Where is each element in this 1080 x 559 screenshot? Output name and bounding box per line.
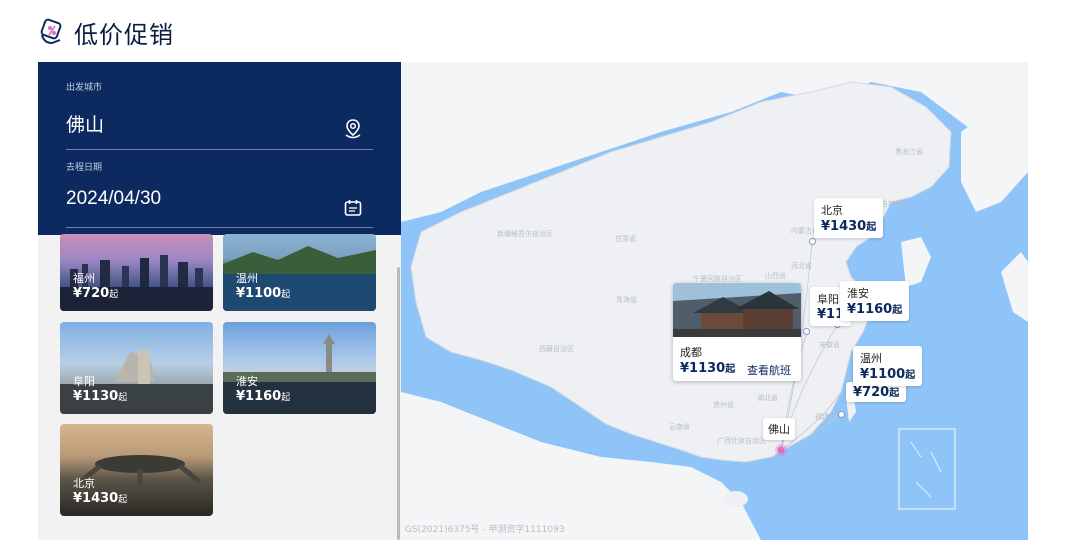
province-label: 河北省 (791, 262, 812, 270)
province-label: 吉林省 (881, 200, 902, 208)
card-price: ¥1100起 (236, 286, 291, 301)
city-pin[interactable] (838, 411, 845, 418)
province-label: 广西壮族自治区 (717, 437, 766, 445)
province-label: 黑龙江省 (895, 148, 923, 156)
card-city: 阜阳 (73, 375, 95, 388)
list-scrollbar[interactable] (397, 267, 400, 540)
origin-label: 佛山 (763, 418, 795, 440)
province-label: 新疆维吾尔自治区 (497, 230, 553, 238)
card-city: 温州 (236, 272, 258, 285)
card-city: 淮安 (236, 375, 258, 388)
bubble-price: ¥1430起 (821, 219, 877, 234)
date-input[interactable]: 2024/04/30 (66, 188, 161, 210)
province-label: 西藏自治区 (539, 345, 574, 353)
departure-label: 出发城市 (66, 83, 103, 93)
departure-divider (66, 149, 373, 150)
route-map[interactable]: 黑龙江省 吉林省 新疆维吾尔自治区 内蒙古自治区 甘肃省 宁夏回族自治区 山西省… (401, 62, 1028, 540)
map-copyright: GS(2021)6375号 - 甲测资字1111093 (405, 525, 565, 535)
departure-input[interactable]: 佛山 (66, 110, 104, 137)
popup-price: ¥1130起 (680, 361, 736, 376)
calendar-icon[interactable] (343, 198, 363, 218)
date-label: 去程日期 (66, 163, 103, 173)
destination-card[interactable]: 北京 ¥1430起 (60, 424, 213, 516)
destination-popup[interactable]: 成都 ¥1130起 查看航班 (673, 283, 801, 381)
bubble-price: ¥1100起 (860, 367, 916, 382)
province-label: 福建省 (815, 413, 836, 421)
date-divider (66, 227, 373, 228)
city-pin[interactable] (809, 238, 816, 245)
bubble-city: 温州 (860, 352, 882, 365)
card-price: ¥1130起 (73, 389, 128, 404)
price-bubble[interactable]: 北京 ¥1430起 (814, 198, 884, 238)
left-panel: 出发城市 佛山 去程日期 2024/04/30 福州 ¥720起 温州 ¥110… (38, 62, 401, 540)
promo-tag-icon (38, 18, 66, 46)
page-title: 低价促销 (74, 20, 174, 49)
location-pin-icon[interactable] (343, 118, 363, 139)
province-label: 湖北省 (757, 394, 778, 402)
destination-card[interactable]: 阜阳 ¥1130起 (60, 322, 213, 414)
card-city: 福州 (73, 272, 95, 285)
province-label: 云南省 (669, 423, 690, 431)
province-label: 山西省 (765, 272, 786, 280)
destination-card[interactable]: 温州 ¥1100起 (223, 234, 376, 311)
price-bubble[interactable]: 淮安 ¥1160起 (840, 281, 910, 321)
search-panel: 出发城市 佛山 去程日期 2024/04/30 (38, 62, 401, 235)
destination-card[interactable]: 淮安 ¥1160起 (223, 322, 376, 414)
page-header: 低价促销 (38, 12, 174, 52)
popup-city: 成都 (680, 346, 702, 359)
card-price: ¥1430起 (73, 491, 128, 506)
card-price: ¥720起 (73, 286, 119, 301)
destination-card[interactable]: 福州 ¥720起 (60, 234, 213, 311)
province-label: 青海省 (616, 296, 637, 304)
card-city: 北京 (73, 477, 95, 490)
card-price: ¥1160起 (236, 389, 291, 404)
price-bubble[interactable]: 温州 ¥1100起 (853, 346, 923, 386)
city-pin[interactable] (803, 328, 810, 335)
province-label: 安徽省 (819, 341, 840, 349)
destination-photo (673, 283, 801, 337)
bubble-city: 北京 (821, 204, 843, 217)
province-label: 甘肃省 (615, 235, 636, 243)
province-label: 贵州省 (713, 401, 734, 409)
view-flights-link[interactable]: 查看航班 (747, 362, 791, 378)
bubble-price: ¥720起 (853, 385, 900, 400)
bubble-city: 淮安 (847, 287, 869, 300)
bubble-price: ¥1160起 (847, 302, 903, 317)
